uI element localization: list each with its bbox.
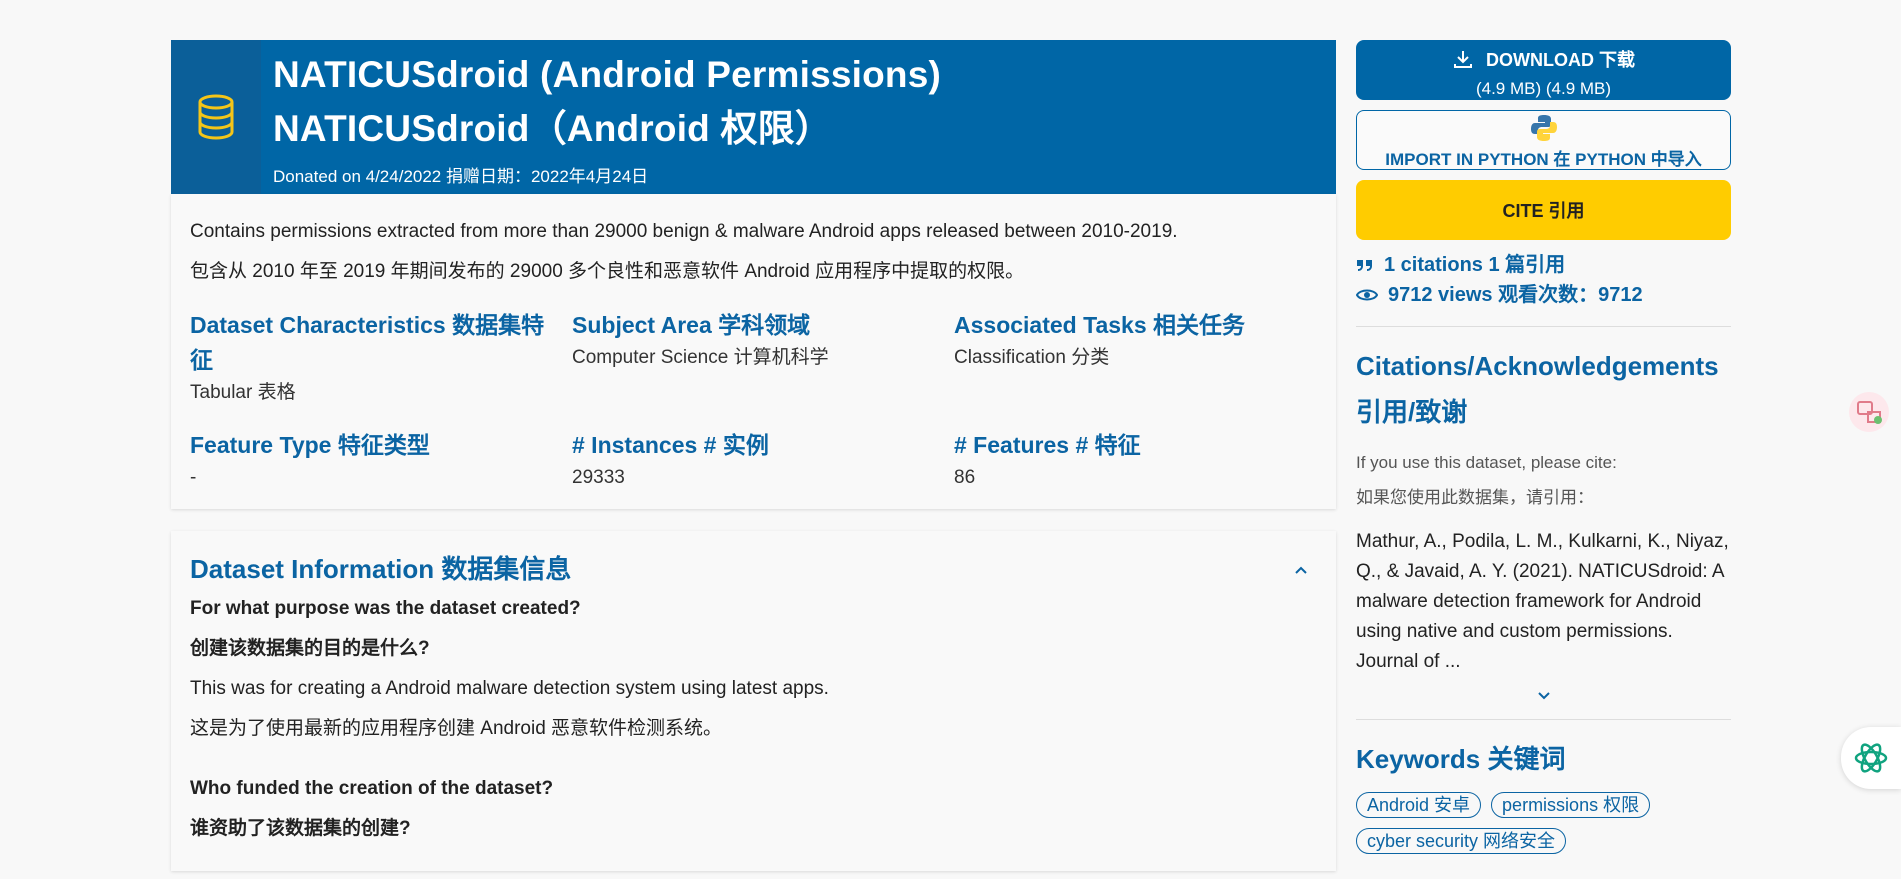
translate-glyph-icon xyxy=(1857,401,1882,424)
quote-icon xyxy=(1357,260,1372,271)
main-content: NATICUSdroid (Android Permissions) NATIC… xyxy=(171,40,1336,871)
question-purpose-zh: 创建该数据集的目的是什么? xyxy=(190,638,430,659)
sidebar: DOWNLOAD 下载 (4.9 MB) (4.9 MB) IMPORT IN … xyxy=(1356,40,1731,854)
acknowledgements-title-zh: 引用/致谢 xyxy=(1356,397,1468,427)
field-features: # Features # 特征 86 xyxy=(954,432,1141,488)
dataset-summary: Contains permissions extracted from more… xyxy=(171,194,1336,509)
question-funding: Who funded the creation of the dataset? xyxy=(190,778,554,799)
chevron-down-icon[interactable] xyxy=(1537,689,1551,703)
description-zh: 包含从 2010 年至 2019 年期间发布的 29000 多个良性和恶意软件 … xyxy=(190,261,1025,282)
openai-icon[interactable] xyxy=(1841,727,1901,789)
python-logo-icon xyxy=(1530,115,1557,141)
keyword-tag[interactable]: permissions 权限 xyxy=(1491,792,1651,818)
field-instances: # Instances # 实例 29333 xyxy=(572,432,769,488)
keyword-tag[interactable]: Android 安卓 xyxy=(1356,792,1482,818)
field-subject-area: Subject Area 学科领域 Computer Science 计算机科学 xyxy=(572,312,829,368)
field-feature-type: Feature Type 特征类型 - xyxy=(190,432,430,488)
hero-icon-box xyxy=(171,40,261,194)
dataset-hero: NATICUSdroid (Android Permissions) NATIC… xyxy=(171,40,1336,194)
citation-text: Mathur, A., Podila, L. M., Kulkarni, K.,… xyxy=(1356,531,1729,672)
description-en: Contains permissions extracted from more… xyxy=(190,221,1178,242)
openai-logo-icon xyxy=(1854,743,1888,773)
please-cite-en: If you use this dataset, please cite: xyxy=(1356,453,1617,472)
dataset-information-title[interactable]: Dataset Information 数据集信息 xyxy=(190,549,1317,589)
eye-icon xyxy=(1356,289,1378,301)
answer-purpose: This was for creating a Android malware … xyxy=(190,678,829,699)
keyword-tag[interactable]: cyber security 网络安全 xyxy=(1356,828,1567,854)
please-cite-zh: 如果您使用此数据集，请引用： xyxy=(1356,488,1594,507)
answer-purpose-zh: 这是为了使用最新的应用程序创建 Android 恶意软件检测系统。 xyxy=(190,718,723,739)
download-icon xyxy=(1454,51,1472,68)
chevron-up-icon[interactable] xyxy=(1294,563,1308,577)
cite-button[interactable]: CITE 引用 xyxy=(1356,180,1731,240)
question-purpose: For what purpose was the dataset created… xyxy=(190,598,581,619)
field-characteristics: Dataset Characteristics 数据集特征 Tabular 表格 xyxy=(190,312,545,403)
keywords-title: Keywords 关键词 xyxy=(1356,744,1566,774)
citations-count[interactable]: 1 citations 1 篇引用 xyxy=(1356,250,1731,280)
views-count: 9712 views 观看次数：9712 xyxy=(1356,280,1731,310)
acknowledgements-title: Citations/Acknowledgements xyxy=(1356,351,1719,381)
download-label: DOWNLOAD 下载 xyxy=(1486,50,1635,70)
page-title-zh: NATICUSdroid（Android 权限） xyxy=(273,107,833,149)
cite-label: CITE 引用 xyxy=(1502,201,1585,221)
keywords-list: Android 安卓 permissions 权限 cyber security… xyxy=(1356,792,1731,854)
database-icon xyxy=(198,94,234,140)
donated-date: Donated on 4/24/2022 捐赠日期：2022年4月24日 xyxy=(273,166,649,186)
question-funding-zh: 谁资助了该数据集的创建? xyxy=(190,818,411,839)
field-associated-tasks: Associated Tasks 相关任务 Classification 分类 xyxy=(954,312,1246,368)
download-button[interactable]: DOWNLOAD 下载 (4.9 MB) (4.9 MB) xyxy=(1356,40,1731,100)
hero-text: NATICUSdroid (Android Permissions) NATIC… xyxy=(261,48,941,187)
page-title: NATICUSdroid (Android Permissions) xyxy=(273,53,942,95)
download-size: (4.9 MB) (4.9 MB) xyxy=(1475,79,1612,98)
characteristics-grid: Dataset Characteristics 数据集特征 Tabular 表格… xyxy=(190,308,1317,493)
translate-icon[interactable] xyxy=(1849,392,1889,432)
python-label: IMPORT IN PYTHON 在 PYTHON 中导入 xyxy=(1385,150,1702,169)
dataset-information-panel: Dataset Information 数据集信息 For what purpo… xyxy=(171,531,1336,871)
import-in-python-button[interactable]: IMPORT IN PYTHON 在 PYTHON 中导入 xyxy=(1356,110,1731,170)
